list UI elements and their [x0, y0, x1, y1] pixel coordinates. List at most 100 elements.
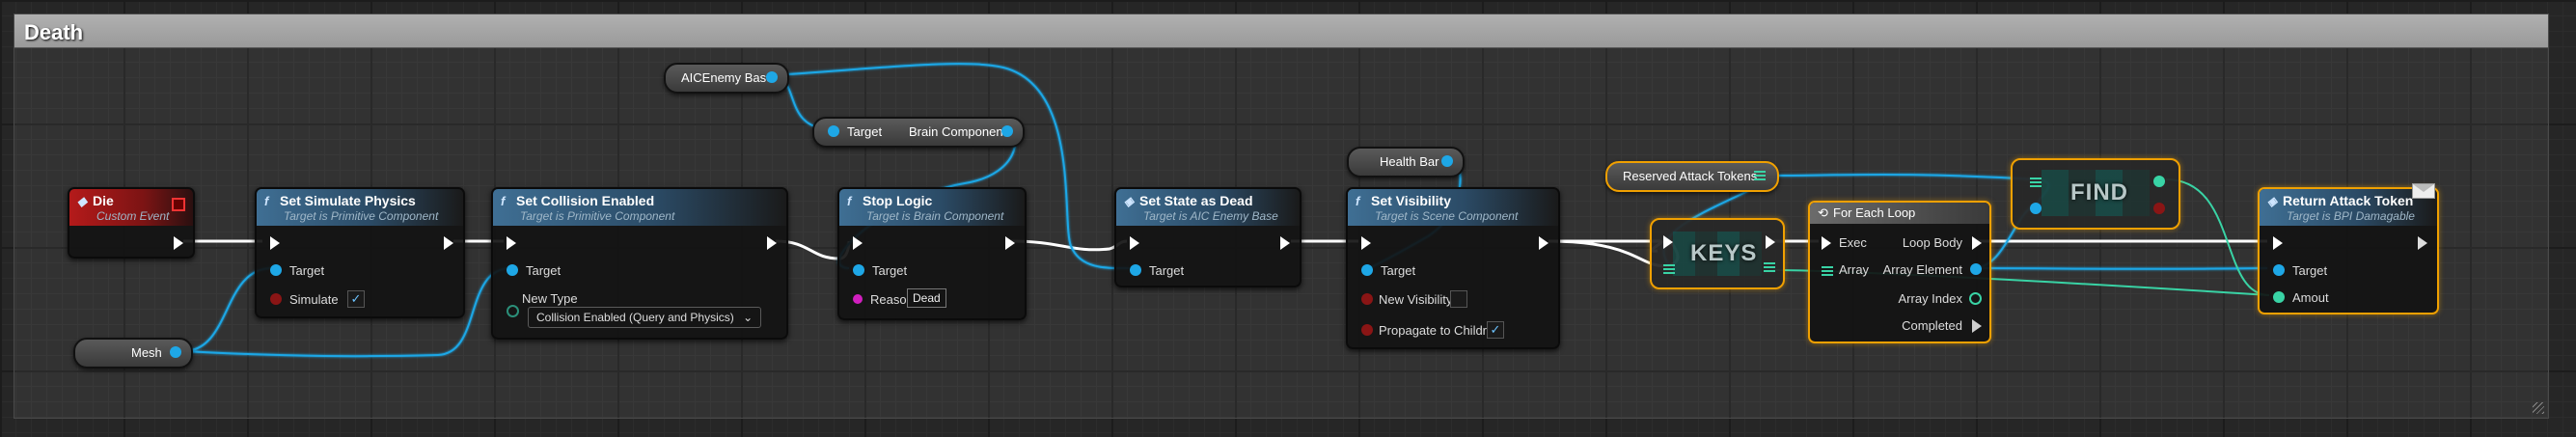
node-subtitle: Target is Primitive Component [284, 209, 439, 223]
keys-label: KEYS [1690, 240, 1758, 266]
node-title: Stop Logic [863, 193, 933, 208]
completed-pin[interactable] [1972, 319, 1982, 333]
new-type-label: New Type [522, 291, 578, 306]
exec-out-pin[interactable] [767, 236, 777, 250]
exec-out-pin-outline [2418, 236, 2427, 250]
target-label: Target [1381, 263, 1416, 278]
exec-out-pin[interactable] [1005, 236, 1015, 250]
exec-in-pin[interactable] [507, 236, 516, 250]
target-pin[interactable] [270, 264, 282, 276]
keys-output-pin[interactable] [1764, 262, 1775, 272]
brain-component-pin[interactable] [1001, 125, 1013, 137]
array-input-pin[interactable] [1822, 266, 1833, 276]
exec-out-pin[interactable] [1539, 236, 1548, 250]
target-label: Target [526, 263, 562, 278]
node-set-state-as-dead[interactable]: ◈ Set State as Dead Target is AIC Enemy … [1114, 187, 1302, 287]
array-index-label: Array Index [1898, 291, 1962, 306]
variable-output-pin[interactable] [1441, 155, 1453, 167]
target-pin[interactable] [1361, 264, 1373, 276]
exec-in-pin[interactable] [2273, 236, 2283, 250]
target-pin[interactable] [828, 125, 839, 137]
data-wire [1972, 267, 2268, 270]
exec-label: Exec [1839, 235, 1867, 250]
variable-label: Mesh [131, 345, 162, 360]
node-title: Set Visibility [1371, 193, 1451, 208]
new-type-pin[interactable] [507, 305, 519, 317]
loop-body-pin[interactable] [1972, 236, 1982, 250]
node-subtitle: Target is AIC Enemy Base [1143, 209, 1278, 223]
propagate-checkbox[interactable]: ✓ [1487, 321, 1504, 339]
node-subtitle: Target is Brain Component [866, 209, 1004, 223]
node-title: For Each Loop [1833, 205, 1916, 220]
node-return-attack-token[interactable]: ◈ Return Attack Token Target is BPI Dama… [2258, 183, 2439, 314]
node-title: Set Simulate Physics [280, 193, 416, 208]
exec-in-pin[interactable] [853, 236, 863, 250]
array-input-pin[interactable] [2030, 178, 2042, 187]
node-set-visibility[interactable]: f Set Visibility Target is Scene Compone… [1346, 187, 1560, 349]
variable-mesh[interactable]: Mesh [73, 338, 193, 369]
variable-output-pin[interactable] [170, 346, 181, 358]
variable-reserved-attack-tokens[interactable]: Reserved Attack Tokens [1605, 161, 1779, 192]
exec-in-pin[interactable] [270, 236, 280, 250]
propagate-pin[interactable] [1361, 324, 1373, 336]
target-pin[interactable] [853, 264, 864, 276]
node-subtitle: Target is Scene Component [1375, 209, 1519, 223]
array-element-label: Array Element [1882, 262, 1962, 277]
new-visibility-label: New Visibility [1379, 292, 1453, 307]
exec-in-pin[interactable] [1822, 236, 1831, 250]
node-subtitle: Target is Primitive Component [520, 209, 675, 223]
node-set-simulate-physics[interactable]: f Set Simulate Physics Target is Primiti… [255, 187, 465, 318]
node-title: Return Attack Token [2283, 193, 2414, 208]
node-stop-logic[interactable]: f Stop Logic Target is Brain Component T… [837, 187, 1027, 320]
node-die-event[interactable]: ◆ Die Custom Event [68, 187, 195, 259]
node-find[interactable]: FIND [2011, 158, 2180, 230]
reason-pin[interactable] [853, 294, 863, 304]
exec-in-pin[interactable] [1663, 235, 1673, 249]
delegate-pin[interactable] [172, 198, 185, 211]
amount-pin[interactable] [2273, 291, 2285, 303]
function-icon: f [264, 194, 269, 208]
chevron-down-icon: ⌄ [743, 311, 754, 324]
array-output-pin[interactable] [1754, 171, 1766, 180]
node-set-collision-enabled[interactable]: f Set Collision Enabled Target is Primit… [491, 187, 788, 340]
reason-input[interactable]: Dead [907, 288, 946, 308]
array-index-pin[interactable] [1969, 292, 1982, 305]
variable-health-bar[interactable]: Health Bar [1347, 147, 1465, 178]
variable-aic-enemy-base[interactable]: AICEnemy Base [664, 63, 789, 94]
exec-out-pin[interactable] [444, 236, 453, 250]
target-pin[interactable] [2273, 264, 2285, 276]
function-icon: f [501, 194, 506, 208]
target-label: Target [289, 263, 325, 278]
node-subtitle: Target is BPI Damagable [2287, 209, 2415, 223]
index-output-pin[interactable] [2153, 176, 2165, 187]
variable-output-pin[interactable] [766, 71, 778, 83]
exec-out-pin[interactable] [174, 236, 183, 250]
found-output-pin[interactable] [2153, 203, 2165, 214]
new-type-dropdown[interactable]: Collision Enabled (Query and Physics) ⌄ [528, 307, 762, 328]
exec-out-pin[interactable] [1766, 235, 1775, 249]
propagate-label: Propagate to Children [1379, 323, 1501, 338]
exec-in-pin[interactable] [1361, 236, 1371, 250]
message-icon [2412, 183, 2435, 199]
target-label: Target [1149, 263, 1185, 278]
node-keys[interactable]: KEYS [1650, 218, 1785, 289]
exec-out-pin[interactable] [1280, 236, 1290, 250]
array-element-pin[interactable] [1970, 263, 1982, 275]
loop-icon: ⟲ [1818, 205, 1828, 220]
item-input-pin[interactable] [2030, 203, 2042, 214]
target-pin[interactable] [507, 264, 518, 276]
exec-in-pin[interactable] [1130, 236, 1139, 250]
target-pin[interactable] [1130, 264, 1141, 276]
new-visibility-checkbox[interactable] [1450, 290, 1467, 308]
completed-label: Completed [1902, 318, 1962, 333]
node-title: Die [93, 193, 114, 208]
node-get-brain-component[interactable]: Target Brain Component [812, 117, 1025, 148]
int-wire [2165, 178, 2270, 296]
simulate-checkbox[interactable]: ✓ [347, 290, 365, 308]
node-title: Set State as Dead [1139, 193, 1253, 208]
new-visibility-pin[interactable] [1361, 293, 1373, 305]
simulate-pin[interactable] [270, 293, 282, 305]
node-for-each-loop[interactable]: ⟲ For Each Loop Exec Array Loop Body Arr… [1808, 201, 1991, 343]
interface-icon: ◈ [2267, 194, 2277, 208]
map-input-pin[interactable] [1663, 264, 1675, 274]
